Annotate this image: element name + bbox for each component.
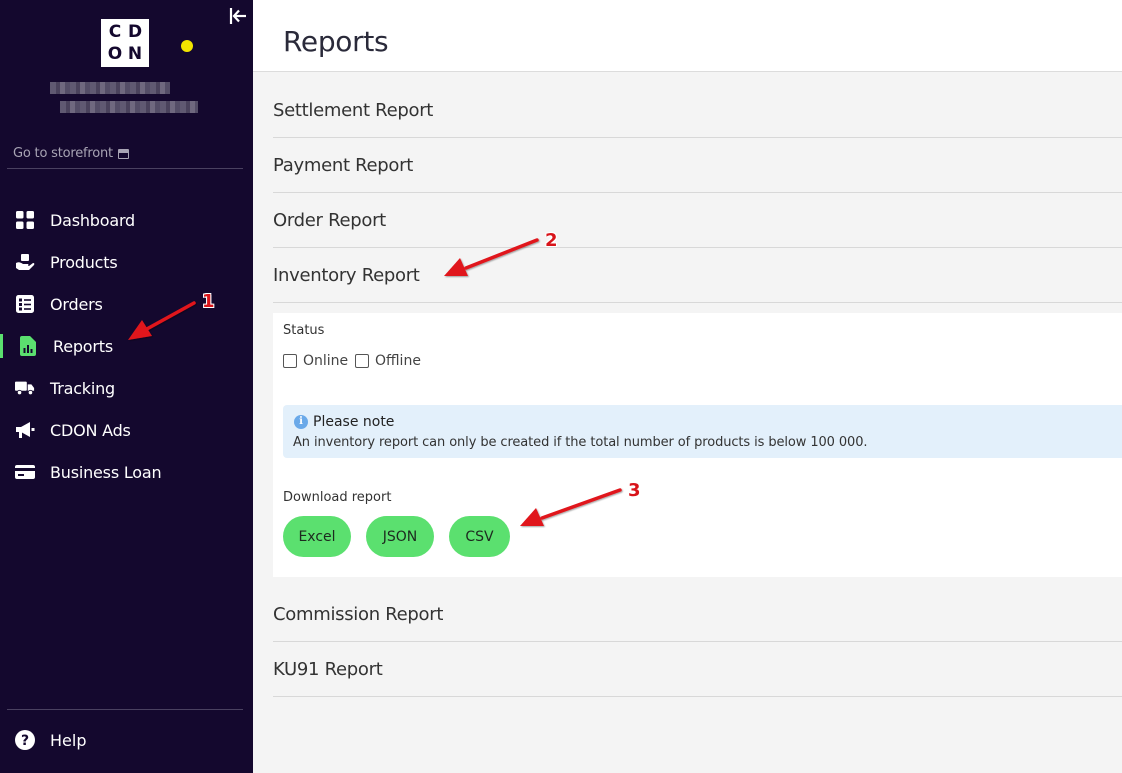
box-hand-icon (15, 252, 35, 272)
logo-letter: N (127, 44, 143, 64)
status-dot (181, 40, 193, 52)
annotation-number-2: 2 (545, 230, 558, 251)
grid-icon (15, 210, 35, 230)
checkbox-label: Online (303, 353, 349, 369)
sidebar-item-dashboard[interactable]: Dashboard (0, 199, 253, 241)
help-label: Help (50, 730, 87, 750)
report-row-commission[interactable]: Commission Report (273, 587, 1122, 642)
offline-checkbox[interactable]: Offline (355, 353, 421, 369)
svg-text:?: ? (21, 733, 29, 749)
sidebar-item-cdon-ads[interactable]: CDON Ads (0, 409, 253, 451)
sidebar-item-label: CDON Ads (50, 420, 131, 440)
report-label: Settlement Report (273, 99, 434, 121)
download-csv-button[interactable]: CSV (449, 516, 510, 557)
annotation-number-3: 3 (628, 480, 641, 501)
report-label: Inventory Report (273, 264, 420, 286)
sidebar-item-label: Tracking (50, 378, 116, 398)
checklist-icon (15, 294, 35, 314)
info-icon: i (294, 415, 308, 429)
report-label: Commission Report (273, 603, 444, 625)
logo-letter: C (108, 22, 122, 42)
logo-letter: D (127, 22, 143, 42)
report-row-payment[interactable]: Payment Report (273, 138, 1122, 193)
blurred-account-email (60, 101, 198, 113)
checkbox-box[interactable] (283, 354, 297, 368)
divider (7, 168, 243, 169)
page-header: Reports (253, 0, 1122, 72)
report-label: KU91 Report (273, 658, 383, 680)
storefront-icon (117, 148, 129, 159)
sidebar-item-label: Products (50, 252, 118, 272)
active-indicator (0, 334, 3, 358)
download-excel-button[interactable]: Excel (283, 516, 351, 557)
sidebar-item-tracking[interactable]: Tracking (0, 367, 253, 409)
download-json-button[interactable]: JSON (366, 516, 434, 557)
status-label: Status (283, 323, 325, 338)
report-row-settlement[interactable]: Settlement Report (273, 83, 1122, 138)
annotation-number-1: 1 (202, 291, 215, 312)
go-to-storefront-link[interactable]: Go to storefront (13, 146, 129, 161)
checkbox-label: Offline (375, 353, 421, 369)
sidebar-item-label: Business Loan (50, 462, 162, 482)
download-report-label: Download report (283, 490, 392, 505)
help-link[interactable]: ? Help (15, 730, 86, 750)
sidebar: C D O N Go to storefront Dashboard Produ… (0, 0, 253, 773)
inventory-report-panel: Status Online Offline i Please note An i… (273, 313, 1122, 577)
sidebar-item-orders[interactable]: Orders (0, 283, 253, 325)
question-icon: ? (15, 730, 35, 750)
sidebar-item-business-loan[interactable]: Business Loan (0, 451, 253, 493)
note-body: An inventory report can only be created … (293, 435, 868, 450)
divider (7, 709, 243, 710)
page-title: Reports (283, 25, 389, 58)
sidebar-item-label: Orders (50, 294, 103, 314)
sidebar-item-products[interactable]: Products (0, 241, 253, 283)
megaphone-icon (15, 420, 35, 440)
sidebar-item-label: Reports (53, 336, 113, 356)
blurred-account-name (50, 82, 170, 94)
truck-icon (15, 378, 35, 398)
cdon-logo[interactable]: C D O N (101, 19, 149, 67)
info-note: i Please note An inventory report can on… (283, 405, 1122, 458)
storefront-label: Go to storefront (13, 146, 113, 161)
report-row-order[interactable]: Order Report (273, 193, 1122, 248)
sidebar-item-reports[interactable]: Reports (0, 325, 253, 367)
credit-card-icon (15, 462, 35, 482)
report-file-icon (18, 336, 38, 356)
sidebar-nav: Dashboard Products Orders Reports Tracki… (0, 199, 253, 493)
logo-letter: O (107, 44, 123, 64)
online-checkbox[interactable]: Online (283, 353, 348, 369)
sidebar-item-label: Dashboard (50, 210, 136, 230)
report-row-ku91[interactable]: KU91 Report (273, 642, 1122, 697)
collapse-sidebar-icon[interactable] (228, 6, 248, 26)
checkbox-box[interactable] (355, 354, 369, 368)
report-row-inventory[interactable]: Inventory Report (273, 248, 1122, 303)
report-label: Payment Report (273, 154, 413, 176)
note-title: Please note (313, 414, 395, 430)
report-label: Order Report (273, 209, 386, 231)
